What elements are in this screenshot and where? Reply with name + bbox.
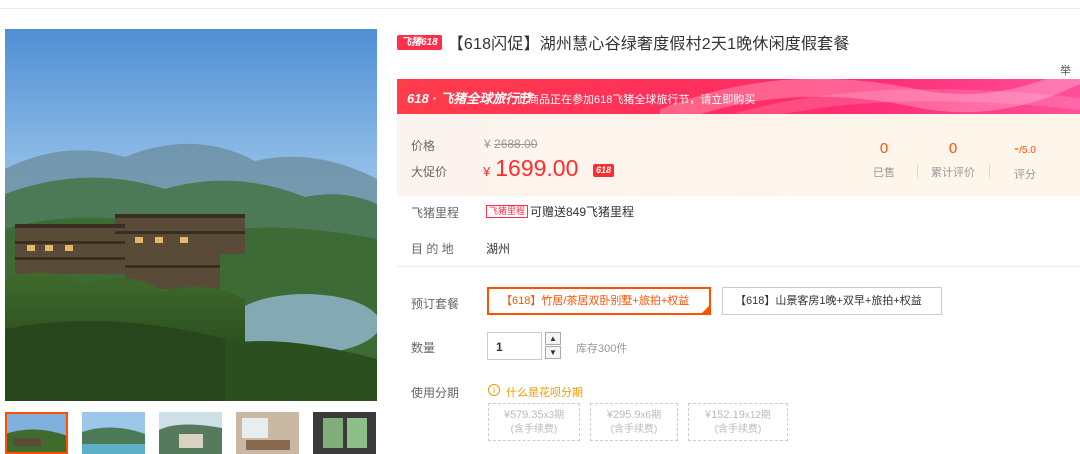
promo-price-label: 大促价	[411, 165, 448, 179]
plan-fee: (含手续费)	[510, 424, 558, 435]
promo-currency: ¥	[483, 164, 491, 179]
package-option-label: 【618】山景客房1晚+双早+旅拍+权益	[735, 295, 922, 307]
package-option-2[interactable]: 【618】山景客房1晚+双早+旅拍+权益	[722, 287, 942, 315]
selected-corner-icon	[701, 305, 710, 314]
reviews-count: 0	[948, 140, 958, 157]
quantity-decrease-button[interactable]: ▼	[545, 346, 561, 359]
plan-amount: ¥295.9x6期	[606, 409, 662, 421]
installment-label: 使用分期	[411, 386, 460, 400]
original-currency: ¥	[484, 137, 491, 151]
main-product-photo[interactable]	[5, 29, 377, 401]
plan-amount: ¥152.19x12期	[705, 409, 771, 421]
rating-label: 评分	[1014, 169, 1036, 181]
rating-value: -/5.0	[1005, 140, 1045, 160]
promo-price-value: 1699.00	[495, 155, 579, 181]
promo-618-badge: 618	[593, 164, 615, 177]
promo-banner: 618 · 飞猪全球旅行节 此商品正在参加618飞猪全球旅行节，请立即购买	[397, 79, 1080, 114]
stat-divider	[989, 164, 990, 178]
plan-fee: (含手续费)	[714, 424, 762, 435]
destination-value: 湖州	[486, 242, 511, 256]
rating-max: /5.0	[1019, 145, 1036, 156]
thumbnail-1[interactable]	[5, 412, 68, 454]
section-divider	[397, 266, 1080, 267]
price-panel: 价格 ¥ 2688.00 大促价 ¥1699.00 618 0 已售 0 累计评…	[397, 114, 1080, 196]
banner-text: 此商品正在参加618飞猪全球旅行节，请立即购买	[517, 94, 756, 106]
thumbnail-strip	[5, 412, 380, 454]
fliggy-618-tag: 飞猪618	[397, 34, 442, 50]
thumbnail-5[interactable]	[313, 412, 376, 454]
package-label: 预订套餐	[411, 297, 460, 311]
thumbnail-4[interactable]	[236, 412, 299, 454]
mileage-tag: 飞猪里程	[486, 205, 529, 218]
thumbnail-3[interactable]	[159, 412, 222, 454]
info-icon: i	[488, 384, 500, 396]
reviews-stat[interactable]: 0 累计评价	[927, 140, 979, 180]
stock-text: 库存300件	[576, 343, 628, 355]
destination-label: 目 的 地	[411, 242, 454, 256]
thumbnail-2[interactable]	[82, 412, 145, 454]
product-title: 【618闪促】湖州慧心谷绿奢度假村2天1晚休闲度假套餐	[447, 36, 850, 53]
installment-plan-12[interactable]: ¥152.19x12期 (含手续费)	[688, 403, 788, 441]
stat-divider	[917, 164, 918, 178]
reviews-label: 累计评价	[931, 167, 975, 179]
sold-stat: 0 已售	[869, 140, 899, 180]
sold-count: 0	[879, 140, 889, 157]
festival-logo: 618 · 飞猪全球旅行节	[407, 91, 532, 106]
original-price: ¥ 2688.00	[484, 137, 537, 151]
sold-label: 已售	[873, 167, 895, 179]
installment-plan-6[interactable]: ¥295.9x6期 (含手续费)	[590, 403, 678, 441]
quantity-label: 数量	[411, 341, 436, 355]
promo-price: ¥1699.00	[483, 155, 578, 182]
rating-stat: -/5.0 评分	[1005, 140, 1045, 182]
price-label: 价格	[411, 139, 436, 153]
package-option-1[interactable]: 【618】竹居/茶居双卧别墅+旅拍+权益	[487, 287, 711, 315]
quantity-increase-button[interactable]: ▲	[545, 332, 561, 345]
product-title-row: 飞猪618 【618闪促】湖州慧心谷绿奢度假村2天1晚休闲度假套餐	[397, 31, 850, 53]
mileage-text: 可赠送849飞猪里程	[530, 205, 635, 219]
mileage-label: 飞猪里程	[411, 206, 460, 220]
installment-plan-3[interactable]: ¥579.35x3期 (含手续费)	[488, 403, 580, 441]
original-price-value: 2688.00	[494, 137, 538, 151]
plan-amount: ¥579.35x3期	[503, 409, 565, 421]
quantity-input[interactable]: 1	[487, 332, 542, 360]
huabei-help-link[interactable]: 什么是花呗分期	[506, 384, 583, 400]
plan-fee: (含手续费)	[610, 424, 658, 435]
package-option-label: 【618】竹居/茶居双卧别墅+旅拍+权益	[501, 295, 690, 307]
top-divider	[0, 8, 1080, 9]
